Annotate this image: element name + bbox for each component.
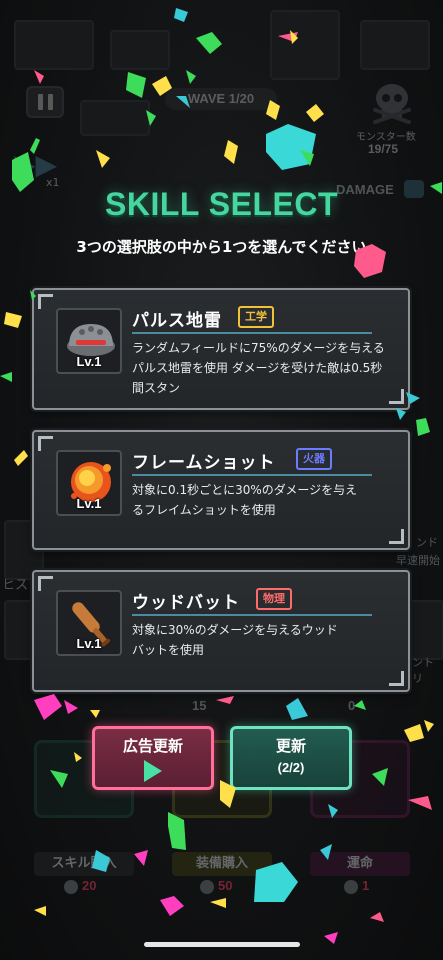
- play-icon: [144, 760, 162, 782]
- skill-card-flame-shot[interactable]: Lv.1 フレームショット 火器 対象に0.1秒ごとに30%のダメージを与えるフ…: [32, 430, 410, 550]
- ad-refresh-label: 広告更新: [122, 737, 183, 755]
- card-divider: [132, 614, 372, 616]
- skill-tag: 物理: [256, 588, 292, 610]
- skill-description: ランダムフィールドに75%のダメージを与えるパルス地雷を使用 ダメージを受けた敵…: [132, 341, 385, 395]
- ad-refresh-button[interactable]: 広告更新: [92, 726, 214, 790]
- home-indicator[interactable]: [144, 942, 300, 947]
- skill-description: 対象に30%のダメージを与えるウッドバットを使用: [132, 623, 338, 657]
- card-divider: [132, 474, 372, 476]
- skill-card-wooden-bat[interactable]: Lv.1 ウッドバット 物理 対象に30%のダメージを与えるウッドバットを使用: [32, 570, 410, 692]
- skill-select-title: SKILL SELECT: [105, 186, 338, 222]
- skill-tag: 火器: [296, 448, 332, 470]
- skill-tag: 工学: [238, 306, 274, 328]
- refresh-count: (2/2): [277, 760, 305, 775]
- card-divider: [132, 332, 372, 334]
- skill-level: Lv.1: [76, 354, 102, 369]
- skill-level: Lv.1: [76, 496, 102, 511]
- skill-card-pulse-mine[interactable]: Lv.1 パルス地雷 工学 ランダムフィールドに75%のダメージを与えるパルス地…: [32, 288, 410, 410]
- skill-description: 対象に0.1秒ごとに30%のダメージを与えるフレイムショットを使用: [132, 483, 358, 517]
- refresh-label: 更新: [275, 737, 306, 755]
- refresh-button[interactable]: 更新 (2/2): [230, 726, 352, 790]
- skill-name: ウッドバット: [132, 593, 240, 613]
- skill-name: パルス地雷: [132, 311, 222, 331]
- skill-name: フレームショット: [132, 453, 276, 473]
- pulse-mine-icon: Lv.1: [56, 308, 122, 374]
- skill-level: Lv.1: [76, 636, 102, 651]
- fireball-icon: Lv.1: [56, 450, 122, 516]
- skill-select-subtitle: 3つの選択肢の中から1つを選んでください: [76, 238, 367, 256]
- wooden-bat-icon: Lv.1: [56, 590, 122, 656]
